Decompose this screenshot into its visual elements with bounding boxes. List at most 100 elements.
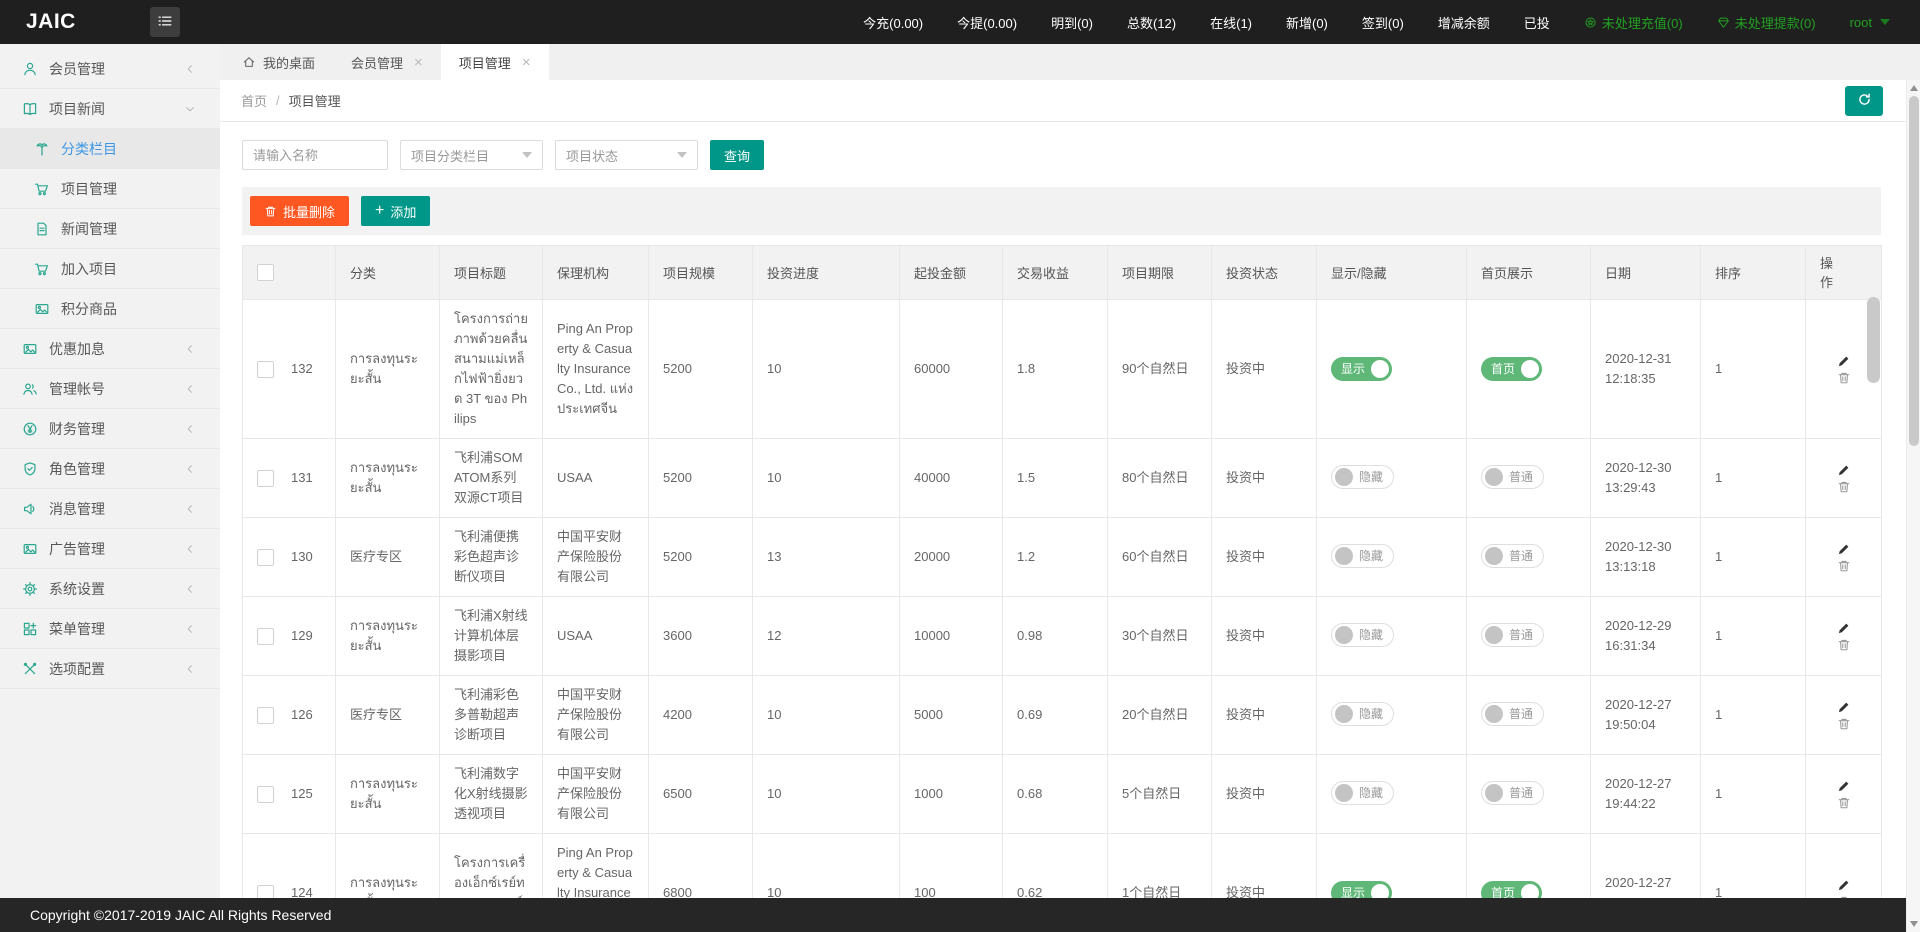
homepage-toggle[interactable]: 首页 [1481, 881, 1542, 898]
cell-operations [1806, 755, 1882, 834]
visibility-toggle[interactable]: 隐藏 [1331, 623, 1394, 647]
row-checkbox[interactable] [257, 885, 274, 898]
scroll-up-arrow-icon[interactable] [1910, 85, 1918, 91]
delete-icon[interactable] [1837, 717, 1851, 731]
cell-id: 130 [291, 549, 313, 564]
edit-icon[interactable] [1837, 463, 1851, 477]
cell-min-invest: 100 [900, 834, 1003, 899]
user-menu[interactable]: root [1850, 15, 1890, 30]
sidebar-item-会员管理[interactable]: 会员管理 [0, 49, 220, 89]
cell-category: การลงทุนระยะสั้น [336, 300, 440, 439]
cell-status: 投资中 [1212, 518, 1317, 597]
cell-profit: 0.62 [1003, 834, 1108, 899]
table-scrollbar-thumb[interactable] [1867, 297, 1880, 383]
cell-profit: 0.69 [1003, 676, 1108, 755]
topbar-alert-link[interactable]: 未处理充值(0) [1584, 13, 1683, 32]
sidebar-item-项目管理[interactable]: 项目管理 [0, 169, 220, 209]
edit-icon[interactable] [1837, 542, 1851, 556]
visibility-toggle[interactable]: 隐藏 [1331, 781, 1394, 805]
cell-agency: 中国平安财产保险股份有限公司 [543, 676, 649, 755]
tab-会员管理[interactable]: 会员管理× [333, 44, 441, 80]
cell-id: 126 [291, 707, 313, 722]
delete-icon[interactable] [1837, 559, 1851, 573]
homepage-toggle[interactable]: 普通 [1481, 544, 1544, 568]
edit-icon[interactable] [1837, 779, 1851, 793]
homepage-toggle[interactable]: 普通 [1481, 781, 1544, 805]
sidebar-item-分类栏目[interactable]: 分类栏目 [0, 129, 220, 169]
cell-sort: 1 [1701, 597, 1806, 676]
homepage-toggle[interactable]: 普通 [1481, 623, 1544, 647]
refresh-button[interactable] [1845, 86, 1883, 116]
sidebar-item-角色管理[interactable]: 角色管理 [0, 449, 220, 489]
close-icon[interactable]: × [522, 55, 531, 70]
edit-icon[interactable] [1837, 878, 1851, 892]
main-panel: 我的桌面会员管理×项目管理× 首页 / 项目管理 项目分类栏目 项目状态 查询 [220, 44, 1920, 932]
sidebar-item-项目新闻[interactable]: 项目新闻 [0, 89, 220, 129]
sidebar-item-广告管理[interactable]: 广告管理 [0, 529, 220, 569]
tab-我的桌面[interactable]: 我的桌面 [224, 44, 333, 80]
row-checkbox[interactable] [257, 361, 274, 378]
row-checkbox[interactable] [257, 786, 274, 803]
status-select[interactable]: 项目状态 [555, 140, 698, 170]
sidebar-item-加入项目[interactable]: 加入项目 [0, 249, 220, 289]
row-checkbox[interactable] [257, 628, 274, 645]
batch-delete-button[interactable]: 批量删除 [250, 196, 349, 226]
edit-icon[interactable] [1837, 700, 1851, 714]
users-icon [22, 381, 38, 397]
tab-项目管理[interactable]: 项目管理× [441, 44, 549, 80]
delete-icon[interactable] [1837, 638, 1851, 652]
page-scrollbar-thumb[interactable] [1909, 96, 1919, 446]
cell-status: 投资中 [1212, 439, 1317, 518]
homepage-toggle[interactable]: 普通 [1481, 702, 1544, 726]
sidebar-item-财务管理[interactable]: 财务管理 [0, 409, 220, 449]
select-all-checkbox[interactable] [257, 264, 274, 281]
search-button[interactable]: 查询 [710, 140, 764, 170]
breadcrumb-home[interactable]: 首页 [241, 91, 267, 110]
close-icon[interactable]: × [414, 55, 423, 70]
delete-icon[interactable] [1837, 371, 1851, 385]
page-scrollbar[interactable] [1906, 80, 1920, 932]
delete-icon[interactable] [1837, 480, 1851, 494]
scroll-down-arrow-icon[interactable] [1910, 921, 1918, 927]
cell-period: 5个自然日 [1108, 755, 1212, 834]
row-checkbox[interactable] [257, 707, 274, 724]
refresh-icon [1857, 92, 1872, 110]
row-checkbox[interactable] [257, 549, 274, 566]
sidebar-item-管理帐号[interactable]: 管理帐号 [0, 369, 220, 409]
sidebar-item-积分商品[interactable]: 积分商品 [0, 289, 220, 329]
sidebar-item-选项配置[interactable]: 选项配置 [0, 649, 220, 689]
visibility-toggle[interactable]: 显示 [1331, 357, 1392, 381]
row-checkbox[interactable] [257, 470, 274, 487]
homepage-toggle[interactable]: 普通 [1481, 465, 1544, 489]
topbar-alert-link[interactable]: 未处理提款(0) [1717, 13, 1816, 32]
visibility-toggle[interactable]: 隐藏 [1331, 465, 1394, 489]
visibility-toggle[interactable]: 显示 [1331, 881, 1392, 898]
homepage-toggle[interactable]: 首页 [1481, 357, 1542, 381]
sidebar-item-菜单管理[interactable]: 菜单管理 [0, 609, 220, 649]
category-select[interactable]: 项目分类栏目 [400, 140, 543, 170]
edit-icon[interactable] [1837, 354, 1851, 368]
brand-logo: JAIC [0, 10, 150, 34]
add-button[interactable]: + 添加 [361, 196, 430, 226]
sidebar-item-优惠加息[interactable]: 优惠加息 [0, 329, 220, 369]
hamburger-menu-button[interactable] [150, 7, 180, 37]
cell-period: 60个自然日 [1108, 518, 1212, 597]
name-search-input[interactable] [242, 140, 388, 170]
cell-select: 129 [243, 597, 336, 676]
cell-date: 2020-12-30 13:29:43 [1591, 439, 1701, 518]
column-header: 项目标题 [440, 246, 543, 300]
cell-sort: 1 [1701, 300, 1806, 439]
cell-title: 飞利浦便携彩色超声诊断仪项目 [440, 518, 543, 597]
cell-id: 131 [291, 470, 313, 485]
edit-icon[interactable] [1837, 621, 1851, 635]
sidebar-item-新闻管理[interactable]: 新闻管理 [0, 209, 220, 249]
cell-min-invest: 10000 [900, 597, 1003, 676]
visibility-toggle[interactable]: 隐藏 [1331, 702, 1394, 726]
topbar-stat: 今提(0.00) [957, 13, 1017, 32]
sidebar-item-系统设置[interactable]: 系统设置 [0, 569, 220, 609]
delete-icon[interactable] [1837, 796, 1851, 810]
visibility-toggle[interactable]: 隐藏 [1331, 544, 1394, 568]
column-header: 操作 [1806, 246, 1882, 300]
tools-icon [22, 661, 38, 677]
sidebar-item-消息管理[interactable]: 消息管理 [0, 489, 220, 529]
